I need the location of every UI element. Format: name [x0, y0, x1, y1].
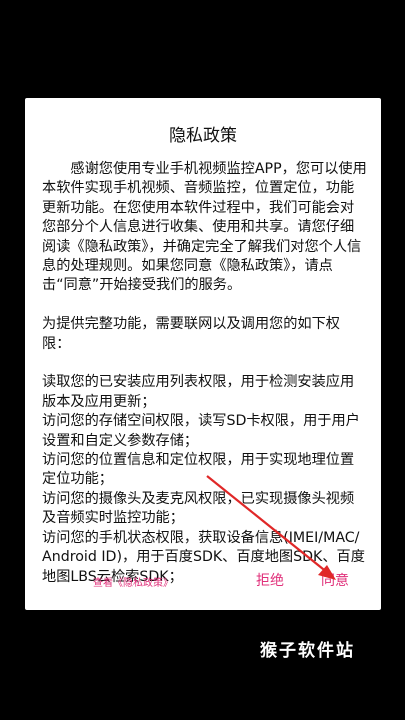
permission-item: 访问您的位置信息和定位权限，用于实现地理位置定位功能； — [42, 452, 355, 488]
view-privacy-policy-link[interactable]: 查看《隐私政策》 — [93, 574, 173, 589]
dialog-body: 感谢您使用专业手机视频监控APP，您可以使用本软件实现手机视频、音频监控，位置定… — [42, 160, 367, 587]
dialog-footer: 查看《隐私政策》 拒绝 同意 — [25, 568, 381, 592]
reject-button[interactable]: 拒绝 — [256, 570, 284, 590]
agree-button[interactable]: 同意 — [321, 570, 349, 590]
screen: 隐私政策 感谢您使用专业手机视频监控APP，您可以使用本软件实现手机视频、音频监… — [0, 0, 405, 720]
permission-item: 访问您的摄像头及麦克风权限，已实现摄像头视频及音频实时监控功能； — [42, 490, 355, 527]
intro-paragraph: 感谢您使用专业手机视频监控APP，您可以使用本软件实现手机视频、音频监控，位置定… — [42, 161, 367, 294]
permission-item: 访问您的存储空间权限，读写SD卡权限，用于用户设置和自定义参数存储； — [42, 413, 360, 449]
dialog-title: 隐私政策 — [169, 126, 237, 146]
watermark-text: 猴子软件站 — [260, 641, 355, 661]
permission-intro: 为提供完整功能，需要联网以及调用您的如下权限： — [42, 316, 340, 352]
privacy-policy-dialog: 隐私政策 感谢您使用专业手机视频监控APP，您可以使用本软件实现手机视频、音频监… — [25, 98, 381, 610]
permission-item: 读取您的已安装应用列表权限，用于检测安装应用版本及应用更新； — [42, 374, 355, 410]
